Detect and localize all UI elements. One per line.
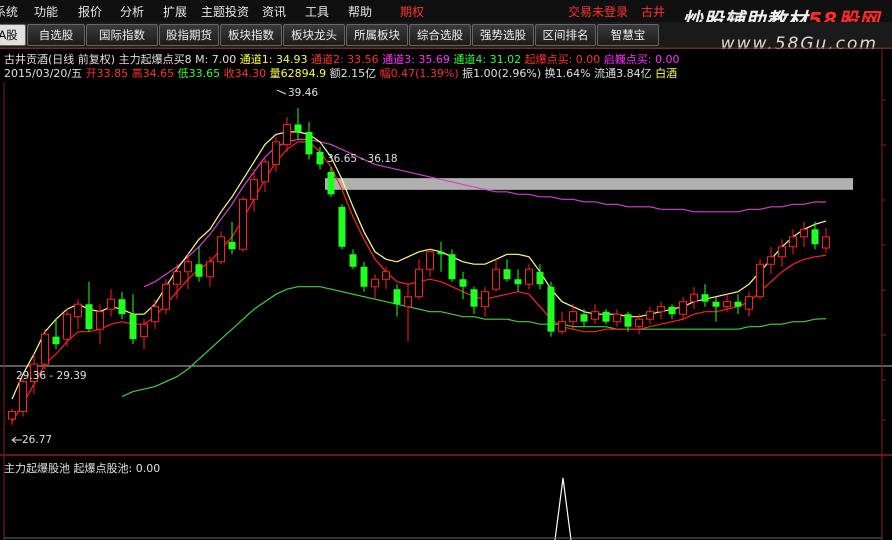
candle-body-36 — [404, 296, 412, 308]
resistance-band — [325, 178, 853, 190]
candle-body-72 — [800, 228, 808, 238]
candle-body-1 — [19, 381, 27, 413]
support-label: 29.36 - 29.39 — [16, 370, 87, 382]
candle-body-6 — [74, 303, 82, 318]
bomb-spike — [554, 477, 572, 540]
candle-body-74 — [822, 236, 830, 249]
candle-body-63 — [701, 294, 709, 302]
candle-body-55 — [613, 313, 621, 323]
candle-body-28 — [316, 151, 324, 165]
candle-body-18 — [206, 261, 214, 278]
candle-body-65 — [723, 301, 731, 308]
candle-body-15 — [173, 271, 181, 285]
sub-panel-header: 主力起爆股池 起爆点股池: 0.00 — [4, 460, 160, 476]
candle-body-23 — [261, 161, 269, 183]
candle-body-68 — [756, 263, 764, 298]
candle-body-21 — [239, 198, 247, 250]
candle-body-26 — [294, 124, 302, 132]
candle-body-16 — [184, 261, 192, 273]
candle-body-52 — [580, 314, 588, 322]
sub-panel-title: 主力起爆股池 — [4, 462, 70, 475]
low-label: 26.77 — [22, 434, 53, 446]
candle-body-59 — [657, 306, 665, 313]
candle-body-40 — [448, 254, 456, 280]
candle-body-17 — [195, 264, 203, 277]
candle-body-70 — [778, 246, 786, 258]
candle-body-45 — [503, 269, 511, 280]
candle-body-5 — [63, 313, 71, 340]
candle-body-9 — [107, 298, 115, 310]
candle-body-71 — [789, 236, 797, 248]
candle-body-67 — [745, 296, 753, 310]
candle-body-60 — [668, 306, 676, 315]
candle-body-29 — [327, 171, 335, 195]
candle-body-32 — [360, 266, 368, 287]
candle-body-11 — [129, 314, 137, 340]
candle-body-10 — [118, 299, 126, 315]
candle-body-41 — [459, 279, 467, 287]
candle-body-22 — [250, 178, 258, 200]
candle-body-30 — [338, 206, 346, 247]
candle-body-34 — [382, 271, 390, 280]
candle-body-39 — [437, 251, 445, 255]
high-label: 39.46 — [288, 87, 319, 99]
candle-body-33 — [371, 278, 379, 288]
high-pointer — [276, 89, 287, 95]
candle-body-53 — [591, 311, 599, 320]
candle-body-61 — [679, 301, 687, 315]
band-label: 36.65 - 36.18 — [327, 153, 398, 165]
candle-body-13 — [151, 306, 159, 323]
candle-body-44 — [492, 268, 500, 290]
candle-body-42 — [470, 289, 478, 307]
candle-body-0 — [8, 411, 16, 420]
candle-body-20 — [228, 241, 236, 250]
candle-body-43 — [481, 291, 489, 308]
price-chart[interactable] — [0, 0, 892, 540]
candle-body-24 — [272, 141, 280, 165]
candle-body-35 — [393, 289, 401, 305]
low-arrow — [11, 436, 22, 444]
candle-body-46 — [514, 279, 522, 285]
candle-body-7 — [85, 304, 93, 330]
candle-body-50 — [558, 321, 566, 333]
candle-body-37 — [415, 268, 423, 298]
candle-body-48 — [536, 271, 544, 285]
candle-body-62 — [690, 293, 698, 303]
candle-body-27 — [305, 131, 313, 155]
candle-body-38 — [426, 251, 434, 270]
candle-body-8 — [96, 311, 104, 330]
candle-body-58 — [646, 311, 654, 320]
candle-body-56 — [624, 314, 632, 327]
candle-body-64 — [712, 301, 720, 307]
candle-body-14 — [162, 283, 170, 310]
candle-body-19 — [217, 236, 225, 263]
candle-body-69 — [767, 256, 775, 265]
candle-body-57 — [635, 318, 643, 328]
candle-body-54 — [602, 311, 610, 322]
candle-body-47 — [525, 268, 533, 285]
candle-body-4 — [52, 336, 60, 345]
sub-panel-value: 起爆点股池: 0.00 — [73, 462, 161, 475]
candle-body-3 — [41, 333, 49, 365]
candle-body-51 — [569, 311, 577, 323]
candle-body-49 — [547, 286, 555, 332]
candle-body-66 — [734, 301, 742, 307]
candle-body-73 — [811, 229, 819, 245]
candle-body-31 — [349, 254, 357, 267]
candle-body-25 — [283, 123, 291, 145]
candle-body-12 — [140, 323, 148, 338]
